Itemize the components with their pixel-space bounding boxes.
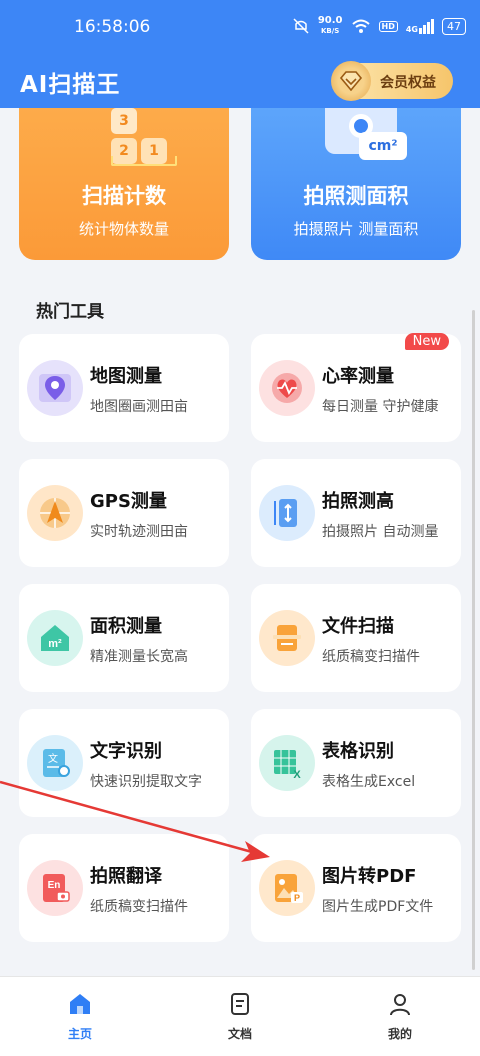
hd-indicator: HD	[378, 20, 398, 32]
tool-desc: 每日测量 守护健康	[322, 399, 439, 415]
scan-count-title: 扫描计数	[82, 184, 166, 208]
bottom-nav: 主页 文档 我的	[0, 976, 480, 1056]
image-pdf-icon: P	[259, 860, 315, 916]
map-pin-icon	[27, 360, 83, 416]
tool-name: 拍照测高	[322, 491, 394, 512]
photo-area-card[interactable]: cm² 拍照测面积 拍摄照片 测量面积	[251, 108, 461, 260]
tool-desc: 纸质稿变扫描件	[322, 649, 420, 665]
tool-desc: 表格生成Excel	[322, 774, 416, 790]
tool-card-photo-height[interactable]: 拍照测高 拍摄照片 自动测量	[251, 459, 461, 567]
excel-table-icon: X	[259, 735, 315, 791]
tool-card-area-measure[interactable]: m² 面积测量 精准测量长宽高	[19, 584, 229, 692]
mute-icon	[293, 18, 309, 34]
tool-name: 文件扫描	[322, 616, 394, 637]
tool-desc: 图片生成PDF文件	[322, 899, 434, 915]
status-bar: 16:58:06 90.0 KB/S HD 4G 47	[0, 0, 480, 56]
tool-card-gps-measure[interactable]: GPS测量 实时轨迹测田亩	[19, 459, 229, 567]
house-area-icon: m²	[27, 610, 83, 666]
tool-name: 文字识别	[90, 741, 162, 762]
app-header: AI扫描王 会员权益	[0, 56, 480, 108]
tool-name: 心率测量	[322, 366, 394, 387]
tool-card-table-recognition[interactable]: X 表格识别 表格生成Excel	[251, 709, 461, 817]
tool-name: 地图测量	[90, 366, 162, 387]
new-badge: New	[404, 333, 449, 350]
translate-camera-icon: En	[27, 860, 83, 916]
nav-profile[interactable]: 我的	[360, 991, 440, 1042]
vip-benefits-label: 会员权益	[380, 75, 436, 91]
status-icons: 90.0 KB/S HD 4G 47	[292, 16, 466, 36]
tool-card-photo-translate[interactable]: En 拍照翻译 纸质稿变扫描件	[19, 834, 229, 942]
tool-card-text-recognition[interactable]: 文 文字识别 快速识别提取文字	[19, 709, 229, 817]
document-icon	[231, 993, 249, 1015]
text-recognition-icon: 文	[27, 735, 83, 791]
tool-name: GPS测量	[90, 491, 167, 512]
cm2-badge: cm²	[359, 132, 407, 160]
svg-text:X: X	[293, 769, 301, 781]
battery-indicator: 47	[442, 17, 466, 35]
tool-desc: 地图圈画测田亩	[90, 399, 188, 415]
tool-name: 面积测量	[90, 616, 162, 637]
photo-area-title: 拍照测面积	[303, 184, 409, 208]
scan-count-subtitle: 统计物体数量	[78, 220, 169, 238]
scan-count-card[interactable]: 3 2 1 扫描计数 统计物体数量	[19, 108, 229, 260]
vip-diamond-icon	[331, 61, 371, 101]
photo-area-subtitle: 拍摄照片 测量面积	[293, 220, 419, 238]
tool-desc: 实时轨迹测田亩	[90, 524, 188, 540]
nav-label: 主页	[67, 1027, 92, 1041]
tool-name: 拍照翻译	[90, 866, 162, 887]
tool-desc: 快速识别提取文字	[90, 774, 202, 790]
status-time: 16:58:06	[74, 17, 151, 37]
net-speed: 90.0 KB/S	[317, 15, 343, 36]
tool-card-map-measure[interactable]: 地图测量 地图圈画测田亩	[19, 334, 229, 442]
nav-documents[interactable]: 文档	[200, 991, 280, 1042]
tool-desc: 拍摄照片 自动测量	[322, 524, 439, 540]
tool-card-file-scan[interactable]: 文件扫描 纸质稿变扫描件	[251, 584, 461, 692]
svg-text:En: En	[48, 880, 61, 891]
heart-rate-icon	[259, 360, 315, 416]
tool-card-heart-rate[interactable]: 心率测量 每日测量 守护健康 New	[251, 333, 461, 442]
svg-text:文: 文	[48, 752, 58, 765]
svg-text:m²: m²	[48, 638, 62, 650]
svg-text:P: P	[294, 893, 300, 903]
tool-name: 表格识别	[322, 741, 394, 762]
vip-benefits-button[interactable]: 会员权益	[331, 61, 453, 101]
signal-indicator: 4G	[406, 18, 434, 34]
wifi-icon	[351, 19, 370, 33]
app-title: AI扫描王	[20, 72, 121, 98]
tool-card-image-to-pdf[interactable]: P 图片转PDF 图片生成PDF文件	[251, 834, 461, 942]
nav-label: 文档	[227, 1027, 252, 1041]
user-icon	[390, 994, 410, 1016]
tool-name: 图片转PDF	[322, 866, 417, 887]
nav-home[interactable]: 主页	[40, 991, 120, 1042]
tool-desc: 纸质稿变扫描件	[90, 899, 188, 915]
gps-navigation-icon	[27, 485, 83, 541]
nav-label: 我的	[387, 1027, 412, 1041]
home-icon	[70, 994, 90, 1014]
height-ruler-icon	[259, 485, 315, 541]
tool-desc: 精准测量长宽高	[90, 649, 188, 665]
section-title: 热门工具	[36, 302, 104, 322]
main-content[interactable]: 3 2 1 扫描计数 统计物体数量 cm² 拍照测面积 拍摄照片 测量面积 热门…	[0, 108, 480, 976]
document-scan-icon	[259, 610, 315, 666]
scrollbar[interactable]	[472, 310, 475, 970]
